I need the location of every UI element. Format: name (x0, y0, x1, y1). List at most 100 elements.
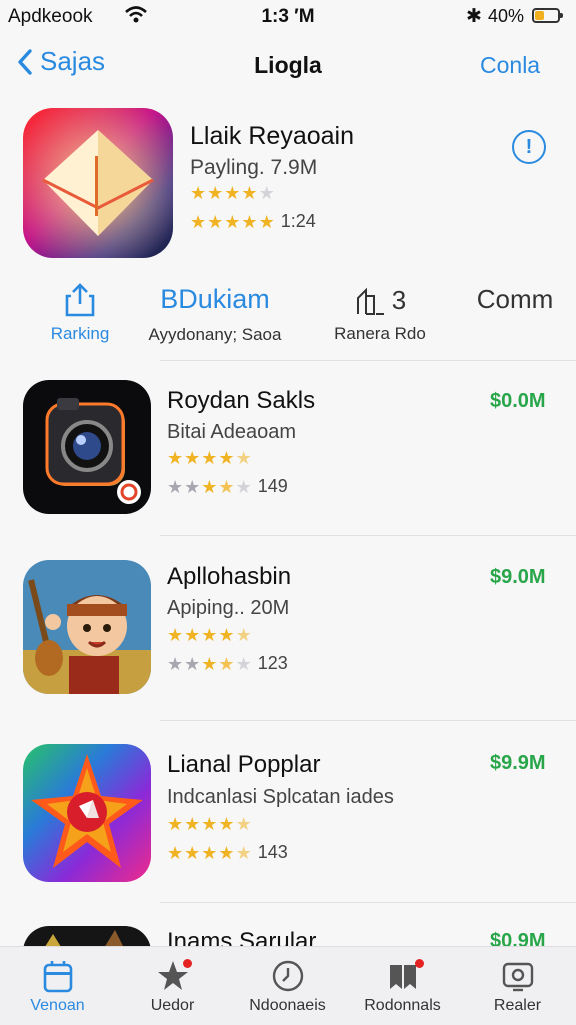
star-icon: ★ (201, 653, 218, 674)
bluetooth-icon: ✱ (466, 6, 482, 27)
chart-icon (356, 287, 384, 315)
star-icon: ★ (184, 653, 201, 674)
star-icon: ★ (258, 183, 275, 203)
star-icon: ★ (218, 653, 235, 674)
featured-rating-count: 1:24 (280, 211, 316, 231)
list-item-price[interactable]: $9.0M (490, 566, 546, 589)
list-item-subtitle: Apiping.. 20M (167, 597, 290, 619)
star-icon: ★ (235, 625, 252, 645)
star-icon: ★ (184, 448, 201, 468)
list-item-rating-stars-secondary: ★ ★ ★ ★ ★ (167, 655, 252, 673)
action-ranking[interactable]: Rarking (30, 282, 130, 344)
list-item-subtitle: Bitai Adeaoam (167, 421, 296, 443)
star-icon: ★ (235, 448, 252, 468)
tab-bar: Venoan Uedor Ndoonaeis Rodonnals Realer (0, 946, 576, 1025)
divider (160, 720, 576, 721)
tab-ndoonaeis[interactable]: Ndoonaeis (230, 947, 345, 1025)
featured-app-name[interactable]: Llaik Reyaoain (190, 122, 354, 151)
action-ranera-num: 3 (391, 284, 407, 315)
star-icon: ★ (201, 476, 218, 497)
featured-app-subtitle: Payling. 7.9M (190, 156, 318, 179)
list-item-rating-stars-secondary: ★ ★ ★ ★ ★ (167, 844, 252, 862)
badge-dot (414, 959, 424, 968)
star-icon: ★ (207, 211, 224, 232)
star-icon: ★ (224, 211, 241, 232)
star-icon: ★ (241, 183, 258, 203)
action-comm[interactable]: Comm (465, 284, 565, 315)
search-tab-icon (501, 959, 535, 993)
compass-star-icon[interactable] (23, 744, 151, 882)
tab-venoan[interactable]: Venoan (0, 947, 115, 1025)
divider (160, 902, 576, 903)
tab-realer[interactable]: Realer (460, 947, 575, 1025)
star-icon: ★ (190, 183, 207, 203)
battery-percent: 40% (488, 6, 525, 26)
list-item-subtitle: Indcanlasi Splcatan iades (167, 786, 394, 808)
info-icon[interactable]: ! (512, 130, 546, 164)
tab-label: Ndoonaeis (249, 997, 326, 1014)
star-icon: ★ (201, 814, 218, 834)
divider (160, 535, 576, 536)
star-icon: ★ (184, 814, 201, 834)
list-item-rating-stars-secondary: ★ ★ ★ ★ ★ (167, 478, 252, 496)
star-icon: ★ (201, 625, 218, 645)
star-icon: ★ (241, 211, 258, 232)
tab-uedor[interactable]: Uedor (115, 947, 230, 1025)
nav-right-button[interactable]: Conla (480, 52, 540, 79)
star-icon: ★ (235, 476, 252, 497)
camera-icon[interactable] (23, 380, 151, 514)
tab-label: Realer (493, 997, 542, 1014)
tab-rodonnals[interactable]: Rodonnals (345, 947, 460, 1025)
share-icon (65, 283, 95, 317)
today-icon (41, 959, 75, 993)
badge-dot (182, 959, 192, 968)
featured-app-icon[interactable] (23, 108, 173, 258)
star-icon: ★ (184, 842, 201, 863)
star-icon: ★ (190, 211, 207, 232)
action-ranera-label: Ranera Rdo (334, 324, 426, 343)
star-tab-icon (156, 959, 192, 993)
list-item-rating-count: 149 (257, 476, 288, 496)
action-ranking-label: Rarking (50, 324, 110, 343)
divider (160, 360, 576, 361)
star-icon: ★ (235, 842, 252, 863)
star-icon: ★ (258, 211, 275, 232)
tab-label: Uedor (150, 997, 195, 1014)
featured-rating-stars: ★ ★ ★ ★ ★ (190, 184, 275, 202)
star-icon: ★ (207, 183, 224, 203)
star-icon: ★ (167, 625, 184, 645)
star-icon: ★ (218, 448, 235, 468)
star-icon: ★ (201, 448, 218, 468)
star-icon: ★ (167, 476, 184, 497)
star-icon: ★ (167, 842, 184, 863)
list-item-price[interactable]: $0.0M (490, 390, 546, 413)
list-item-price[interactable]: $9.9M (490, 752, 546, 775)
list-item-name[interactable]: Lianal Popplar (167, 751, 320, 779)
star-icon: ★ (218, 814, 235, 834)
list-item-name[interactable]: Apllohasbin (167, 563, 291, 591)
featured-rating-stars-secondary: ★ ★ ★ ★ ★ (190, 213, 275, 231)
list-item-rating-stars: ★ ★ ★ ★ ★ (167, 815, 252, 833)
list-item-rating-count: 143 (257, 842, 288, 862)
star-icon: ★ (184, 476, 201, 497)
star-icon: ★ (201, 842, 218, 863)
tab-label: Rodonnals (364, 997, 441, 1014)
star-icon: ★ (235, 653, 252, 674)
bookmark-icon (386, 959, 424, 993)
battery-icon (532, 8, 563, 23)
star-icon: ★ (167, 448, 184, 468)
tab-label: Venoan (30, 997, 85, 1014)
list-item-name[interactable]: Roydan Sakls (167, 387, 315, 415)
action-bdukiam-label: Ayydonany; Saoa (148, 325, 282, 344)
action-bdukiam[interactable]: BDukiam Ayydonany; Saoa (140, 284, 290, 345)
action-ranera[interactable]: 3 Ranera Rdo (325, 284, 435, 344)
status-bar: Apdkeook 1:3 ′M ✱ 40% (0, 0, 576, 34)
clock-icon (271, 959, 305, 993)
character-icon[interactable] (23, 560, 151, 694)
list-item-rating-stars: ★ ★ ★ ★ ★ (167, 449, 252, 467)
star-icon: ★ (167, 814, 184, 834)
list-item-rating-count: 123 (257, 653, 288, 673)
star-icon: ★ (218, 476, 235, 497)
star-icon: ★ (167, 653, 184, 674)
star-icon: ★ (224, 183, 241, 203)
